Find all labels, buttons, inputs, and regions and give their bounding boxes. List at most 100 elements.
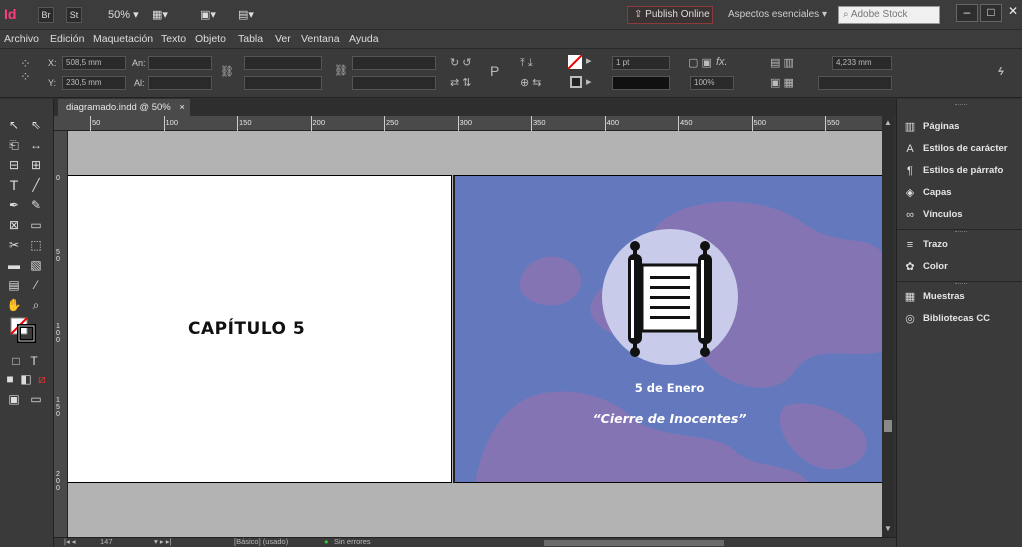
preflight-status-text[interactable]: Sin errores	[334, 537, 371, 546]
stroke-dropdown-icon[interactable]: ▸	[586, 76, 592, 88]
left-page[interactable]: CAPÍTULO 5	[68, 175, 452, 483]
panel-layers[interactable]: ◈ Capas	[903, 185, 1021, 201]
select-content-icon[interactable]: ⊕ ⇆	[520, 77, 542, 89]
zoom-tool-icon[interactable]: ⌕	[26, 297, 46, 313]
date-text[interactable]: 5 de Enero	[455, 381, 882, 395]
panel-pages[interactable]: ▥ Páginas	[903, 119, 1021, 135]
page-tool-icon[interactable]: ⎗	[4, 137, 24, 153]
formatting-container-icon[interactable]: □	[6, 353, 26, 369]
fill-swatch-icon[interactable]	[567, 54, 583, 70]
horizontal-scroll-thumb[interactable]	[544, 540, 724, 546]
minimize-icon[interactable]: –	[956, 4, 978, 22]
gutter-field[interactable]: 4,233 mm	[832, 56, 892, 70]
width-field[interactable]	[148, 56, 212, 70]
menu-edicion[interactable]: Edición	[50, 33, 84, 45]
document-tab[interactable]: diagramado.indd @ 50% ×	[58, 99, 190, 116]
menu-maquetacion[interactable]: Maquetación	[93, 33, 153, 45]
pencil-tool-icon[interactable]: ✎	[26, 197, 46, 213]
direct-selection-tool-icon[interactable]: ⇖	[26, 117, 46, 133]
screen-mode-icon[interactable]: ▣▾	[200, 8, 216, 21]
stroke-swatch-icon[interactable]	[570, 76, 582, 88]
panel-cc-libraries[interactable]: ◎ Bibliotecas CC	[903, 311, 1021, 327]
first-page-icon[interactable]: |◂ ◂	[64, 537, 76, 546]
content-collector-icon[interactable]: ⊟	[4, 157, 24, 173]
master-page-label[interactable]: [Básico] (usado)	[234, 537, 288, 546]
vertical-ruler[interactable]: 0 5 0 1 0 0 1 5 0 2 0 0	[54, 131, 68, 537]
right-page[interactable]: 5 de Enero “Cierre de Inocentes”	[453, 175, 882, 483]
rotation-angle-field[interactable]	[352, 56, 436, 70]
scale-y-field[interactable]	[244, 76, 322, 90]
rotate-icon[interactable]: ↻ ↺	[450, 57, 472, 69]
constrain-scale-icon[interactable]: ⛓	[334, 65, 348, 77]
gradient-swatch-tool-icon[interactable]: ▬	[4, 257, 24, 273]
close-tab-icon[interactable]: ×	[179, 102, 185, 113]
menu-archivo[interactable]: Archivo	[4, 33, 39, 45]
formatting-text-icon[interactable]: T	[24, 353, 44, 369]
effects-fx-icon[interactable]: fx.	[716, 56, 728, 68]
chapter-heading[interactable]: CAPÍTULO 5	[188, 319, 305, 339]
shear-angle-field[interactable]	[352, 76, 436, 90]
normal-mode-icon[interactable]: ▣	[4, 391, 24, 407]
select-container-icon[interactable]: ⤒ ⤓	[520, 57, 533, 69]
stock-button[interactable]: St	[66, 7, 82, 23]
bridge-button[interactable]: Br	[38, 7, 54, 23]
selection-tool-icon[interactable]: ↖	[4, 117, 24, 133]
panel-paragraph-styles[interactable]: ¶ Estilos de párrafo	[903, 163, 1021, 179]
stroke-type-select[interactable]	[612, 76, 670, 90]
menu-ventana[interactable]: Ventana	[301, 33, 340, 45]
scissors-tool-icon[interactable]: ✂	[4, 237, 24, 253]
preview-mode-icon[interactable]: ▭	[26, 391, 46, 407]
document-canvas[interactable]: CAPÍTULO 5 5 de Enero “Cierre de Inocent…	[68, 131, 882, 537]
reference-p-icon[interactable]: P	[490, 64, 499, 78]
frame-fitting-icon[interactable]: ▢ ▣	[688, 57, 712, 69]
menu-ver[interactable]: Ver	[275, 33, 291, 45]
text-wrap-icon[interactable]: ▤ ▥	[770, 57, 794, 69]
rectangle-tool-icon[interactable]: ▭	[26, 217, 46, 233]
height-field[interactable]	[148, 76, 212, 90]
publish-online-button[interactable]: ⇪ Publish Online	[627, 6, 713, 24]
panel-swatches[interactable]: ▦ Muestras	[903, 289, 1021, 305]
vertical-scroll-thumb[interactable]	[884, 420, 892, 432]
zoom-level-select[interactable]: 50% ▾	[108, 8, 139, 21]
next-page-icon[interactable]: ▾ ▸ ▸|	[154, 537, 171, 546]
gradient-feather-tool-icon[interactable]: ▧	[26, 257, 46, 273]
event-title-text[interactable]: “Cierre de Inocentes”	[455, 411, 882, 426]
arrange-documents-icon[interactable]: ▤▾	[238, 8, 254, 21]
hand-tool-icon[interactable]: ✋	[4, 297, 24, 313]
free-transform-tool-icon[interactable]: ⬚	[26, 237, 46, 253]
quick-apply-icon[interactable]: ϟ	[998, 66, 1004, 78]
panel-grip[interactable]	[955, 283, 967, 285]
menu-texto[interactable]: Texto	[161, 33, 186, 45]
x-position-field[interactable]: 508,5 mm	[62, 56, 126, 70]
reference-point-icon[interactable]: ⁘ ⁘	[20, 57, 31, 83]
panel-color[interactable]: ✿ Color	[903, 259, 1021, 275]
adobe-stock-search[interactable]: ⌕ Adobe Stock	[838, 6, 940, 24]
page-number-field[interactable]: 147	[100, 537, 113, 546]
panel-grip[interactable]	[955, 104, 967, 106]
horizontal-ruler[interactable]: 50 100 150 200 250 300 350 400 450 500 550	[54, 116, 882, 131]
maximize-icon[interactable]: □	[980, 4, 1002, 22]
align-icon[interactable]: ▣ ▦	[770, 77, 794, 89]
panel-character-styles[interactable]: A Estilos de carácter	[903, 141, 1021, 157]
panel-grip[interactable]	[955, 231, 967, 233]
apply-none-icon[interactable]: ⧄	[32, 371, 52, 387]
gap-tool-icon[interactable]: ↔	[26, 137, 46, 153]
scroll-down-icon[interactable]: ▼	[884, 524, 892, 533]
scroll-illustration[interactable]	[600, 228, 740, 368]
vertical-scrollbar[interactable]: ▲ ▼	[882, 116, 894, 537]
rectangle-frame-tool-icon[interactable]: ⊠	[4, 217, 24, 233]
pen-tool-icon[interactable]: ✒	[4, 197, 24, 213]
workspace-switcher[interactable]: Aspectos esenciales ▾	[728, 9, 827, 20]
constrain-proportions-icon[interactable]: ⛓	[220, 66, 234, 78]
flip-icon[interactable]: ⇄ ⇅	[450, 77, 472, 89]
y-position-field[interactable]: 230,5 mm	[62, 76, 126, 90]
scroll-up-icon[interactable]: ▲	[884, 118, 892, 127]
menu-tabla[interactable]: Tabla	[238, 33, 263, 45]
content-placer-icon[interactable]: ⊞	[26, 157, 46, 173]
eyedropper-tool-icon[interactable]: ⁄	[26, 277, 46, 293]
note-tool-icon[interactable]: ▤	[4, 277, 24, 293]
menu-objeto[interactable]: Objeto	[195, 33, 226, 45]
opacity-field[interactable]: 100%	[690, 76, 734, 90]
column-select[interactable]	[818, 76, 892, 90]
panel-stroke[interactable]: ≡ Trazo	[903, 237, 1021, 253]
